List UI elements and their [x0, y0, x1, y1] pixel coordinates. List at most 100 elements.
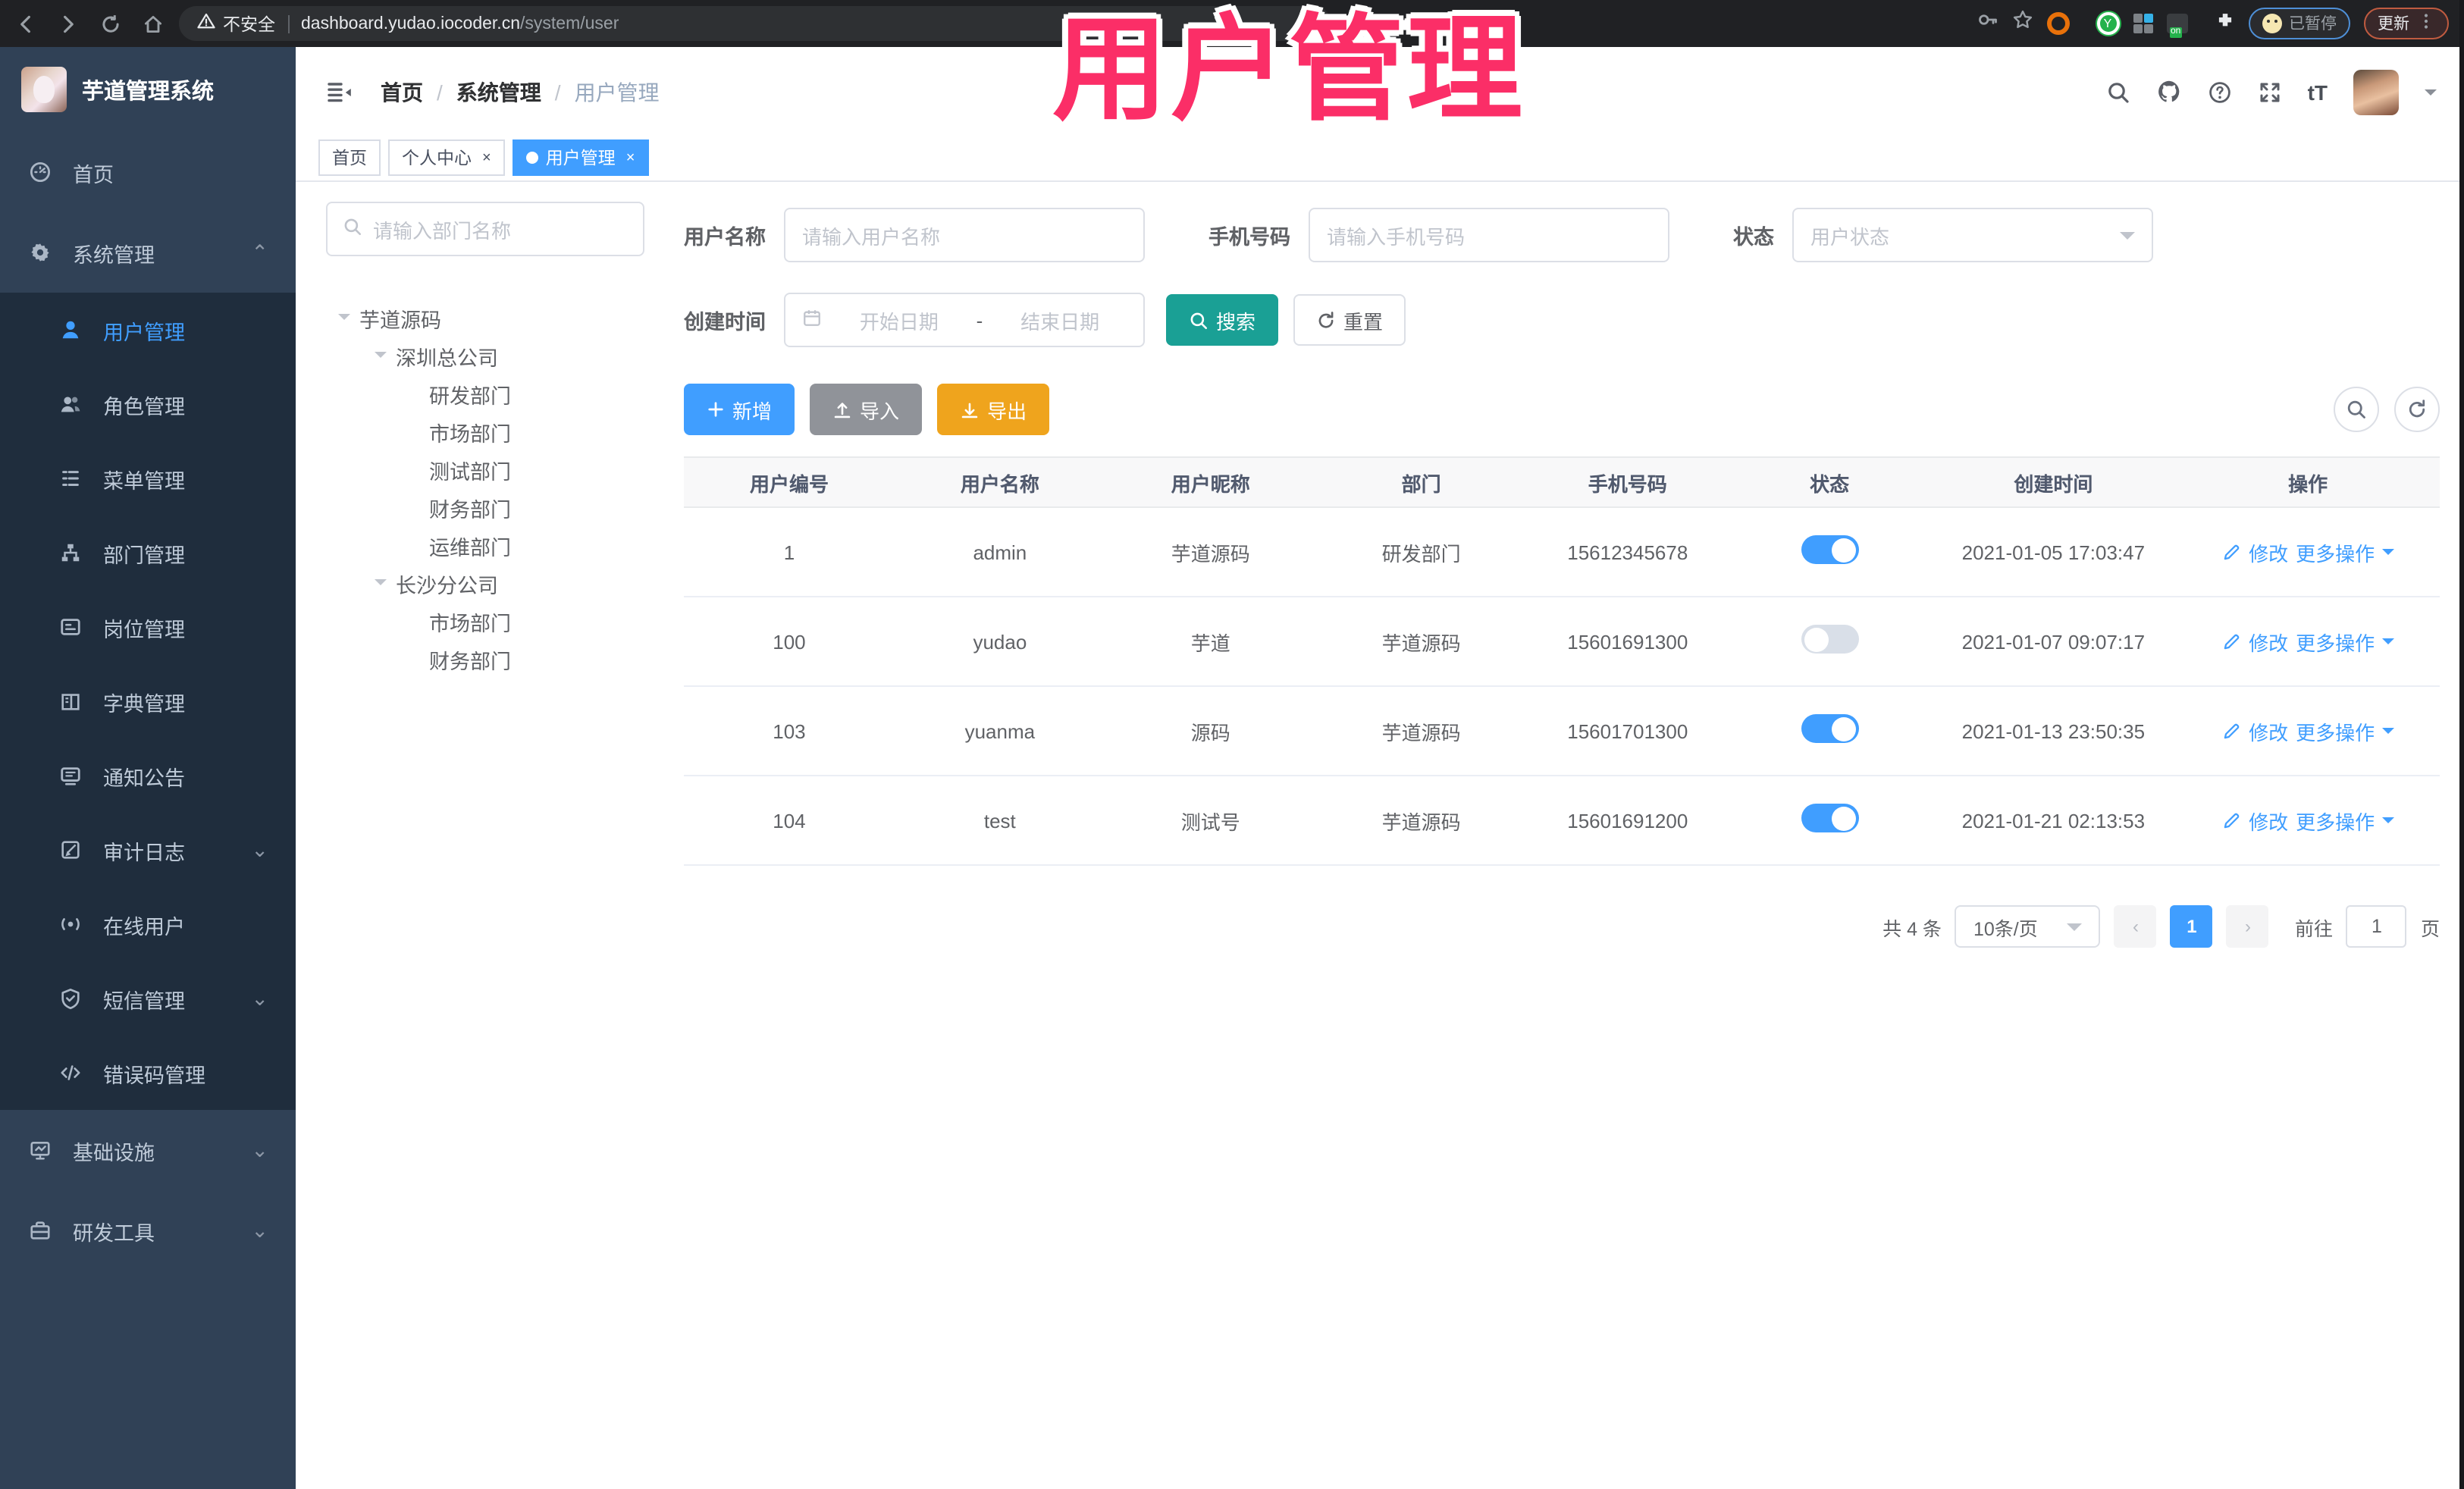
sidebar-item-notice[interactable]: 通知公告 — [0, 738, 296, 813]
extension-on-icon[interactable] — [2166, 14, 2187, 38]
sidebar-item-user-mgmt[interactable]: 用户管理 — [0, 293, 296, 367]
edit-link[interactable]: 修改 — [2249, 716, 2288, 745]
status-toggle[interactable] — [1801, 804, 1859, 832]
search-icon[interactable] — [2106, 80, 2130, 104]
browser-back-icon[interactable] — [15, 13, 36, 34]
sidebar-item-role-mgmt[interactable]: 角色管理 — [0, 367, 296, 441]
tree-node[interactable]: 运维部门 — [326, 526, 644, 564]
tree-node[interactable]: 芋道源码 — [326, 299, 644, 337]
chevron-down-icon[interactable] — [2382, 817, 2395, 829]
tree-node[interactable]: 财务部门 — [326, 488, 644, 526]
goto-page-input[interactable] — [2346, 905, 2407, 948]
sidebar-item-audit-log[interactable]: 审计日志 ⌄ — [0, 813, 296, 887]
security-warning[interactable]: 不安全 — [197, 11, 275, 36]
avatar[interactable] — [2353, 69, 2399, 114]
browser-reload-icon[interactable] — [100, 13, 121, 34]
edit-link[interactable]: 修改 — [2249, 538, 2288, 566]
sidebar-item-sms-mgmt[interactable]: 短信管理 ⌄ — [0, 961, 296, 1036]
more-actions-link[interactable]: 更多操作 — [2296, 627, 2375, 656]
breadcrumb-system[interactable]: 系统管理 — [456, 77, 541, 107]
sidebar-collapse-icon[interactable] — [326, 80, 353, 104]
tree-node[interactable]: 市场部门 — [326, 602, 644, 640]
tree-node[interactable]: 深圳总公司 — [326, 337, 644, 375]
username-input[interactable]: 请输入用户名称 — [784, 208, 1145, 262]
status-select[interactable]: 用户状态 — [1792, 208, 2153, 262]
status-toggle[interactable] — [1801, 625, 1859, 654]
online-signal-icon — [58, 913, 82, 936]
extension-orange-icon[interactable] — [2046, 12, 2069, 35]
app-logo-row[interactable]: 芋道管理系统 — [0, 47, 296, 132]
tab-close-icon[interactable]: × — [482, 149, 491, 166]
chevron-down-icon[interactable] — [2382, 728, 2395, 740]
tab-close-icon[interactable]: × — [626, 149, 635, 166]
fullscreen-icon[interactable] — [2258, 80, 2282, 104]
chevron-down-icon[interactable] — [2382, 549, 2395, 561]
reset-button[interactable]: 重置 — [1293, 294, 1406, 346]
import-button[interactable]: 导入 — [810, 384, 923, 435]
key-icon[interactable] — [1977, 9, 1998, 38]
dept-tree: 芋道源码 深圳总公司 研发部门 市场部门 测试部门 财务部门 运维部门 长沙分公… — [326, 299, 644, 678]
help-icon[interactable] — [2208, 80, 2232, 104]
sidebar-item-menu-mgmt[interactable]: 菜单管理 — [0, 441, 296, 516]
sidebar-item-home[interactable]: 首页 — [0, 132, 296, 212]
browser-menu-dots-icon[interactable] — [2417, 12, 2435, 35]
show-search-button[interactable] — [2334, 387, 2379, 432]
sidebar-item-system[interactable]: 系统管理 ⌃ — [0, 212, 296, 293]
extension-grid-icon[interactable] — [2133, 14, 2152, 33]
status-toggle[interactable] — [1801, 535, 1859, 564]
bookmark-star-icon[interactable] — [2011, 9, 2033, 38]
browser-home-icon[interactable] — [143, 13, 164, 34]
tab-profile[interactable]: 个人中心 × — [388, 139, 505, 176]
sidebar-item-infra[interactable]: 基础设施 ⌄ — [0, 1110, 296, 1190]
chevron-down-icon[interactable] — [2382, 638, 2395, 650]
page-size-select[interactable]: 10条/页 — [1955, 905, 2101, 948]
refresh-icon — [2406, 399, 2428, 420]
sidebar-item-devtools[interactable]: 研发工具 ⌄ — [0, 1190, 296, 1271]
date-range-input[interactable]: 开始日期 - 结束日期 — [784, 293, 1145, 347]
tree-node[interactable]: 长沙分公司 — [326, 564, 644, 602]
avatar-caret-icon[interactable] — [2425, 89, 2437, 101]
breadcrumb-separator: / — [554, 80, 561, 104]
status-toggle[interactable] — [1801, 714, 1859, 743]
tree-node[interactable]: 测试部门 — [326, 450, 644, 488]
tree-node[interactable]: 财务部门 — [326, 640, 644, 678]
export-button[interactable]: 导出 — [937, 384, 1050, 435]
sidebar-item-dict-mgmt[interactable]: 字典管理 — [0, 664, 296, 738]
add-button[interactable]: 新增 — [684, 384, 795, 435]
sidebar-item-dept-mgmt[interactable]: 部门管理 — [0, 516, 296, 590]
tab-user-mgmt[interactable]: 用户管理 × — [512, 139, 649, 176]
total-count: 共 4 条 — [1882, 918, 1942, 939]
github-icon[interactable] — [2156, 79, 2182, 105]
caret-down-icon[interactable] — [375, 352, 387, 364]
chevron-down-icon: ⌄ — [251, 838, 268, 860]
extension-green-icon[interactable]: Y — [2096, 12, 2119, 35]
sidebar-item-online-users[interactable]: 在线用户 — [0, 887, 296, 961]
edit-link[interactable]: 修改 — [2249, 627, 2288, 656]
refresh-table-button[interactable] — [2394, 387, 2440, 432]
mobile-input[interactable]: 请输入手机号码 — [1309, 208, 1669, 262]
browser-forward-icon[interactable] — [58, 13, 79, 34]
more-actions-link[interactable]: 更多操作 — [2296, 716, 2375, 745]
more-actions-link[interactable]: 更多操作 — [2296, 806, 2375, 835]
extensions-puzzle-icon[interactable] — [2215, 10, 2234, 37]
sidebar-item-post-mgmt[interactable]: 岗位管理 — [0, 590, 296, 664]
profile-paused-chip[interactable]: 已暂停 — [2248, 8, 2350, 39]
toolbox-icon — [27, 1219, 52, 1242]
tree-node[interactable]: 研发部门 — [326, 375, 644, 412]
tree-node[interactable]: 市场部门 — [326, 412, 644, 450]
calendar-icon — [802, 308, 822, 332]
dept-search-input[interactable]: 请输入部门名称 — [326, 202, 644, 256]
breadcrumb-home[interactable]: 首页 — [381, 77, 423, 107]
caret-down-icon[interactable] — [375, 579, 387, 591]
tab-home[interactable]: 首页 — [318, 139, 381, 176]
caret-down-icon[interactable] — [338, 314, 350, 326]
current-page[interactable]: 1 — [2170, 905, 2213, 948]
update-button[interactable]: 更新 — [2364, 8, 2449, 39]
font-size-icon[interactable]: tT — [2308, 80, 2328, 104]
prev-page-button[interactable]: ‹ — [2114, 905, 2157, 948]
search-button[interactable]: 搜索 — [1166, 294, 1279, 346]
edit-link[interactable]: 修改 — [2249, 806, 2288, 835]
sidebar-item-error-code[interactable]: 错误码管理 — [0, 1036, 296, 1110]
next-page-button[interactable]: › — [2226, 905, 2269, 948]
more-actions-link[interactable]: 更多操作 — [2296, 538, 2375, 566]
